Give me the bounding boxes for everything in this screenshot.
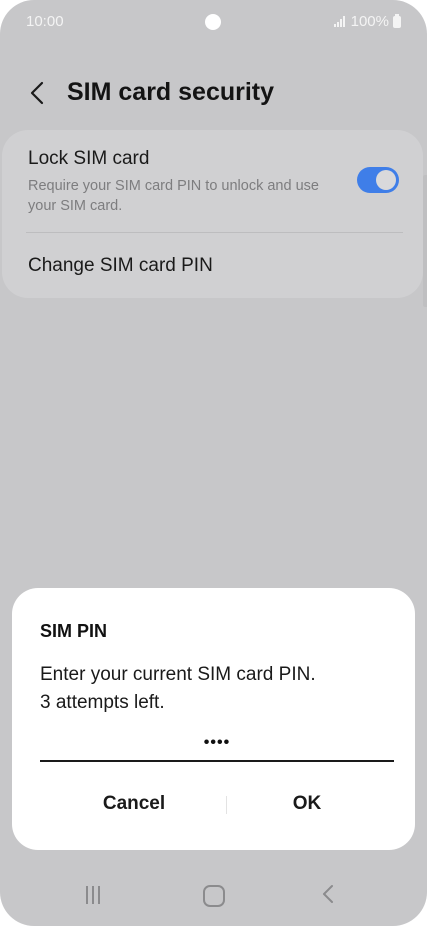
dialog-message-line2: 3 attempts left. bbox=[40, 692, 165, 713]
toggle-knob bbox=[376, 170, 396, 190]
dialog-title: SIM PIN bbox=[40, 621, 108, 641]
front-camera bbox=[205, 14, 221, 30]
battery-icon bbox=[393, 13, 401, 28]
status-right: 100% bbox=[333, 13, 401, 30]
lock-sim-row[interactable]: Lock SIM card Require your SIM card PIN … bbox=[28, 148, 328, 216]
sim-pin-dialog: SIM PIN Enter your current SIM card PIN.… bbox=[12, 588, 415, 850]
pin-input[interactable] bbox=[40, 726, 394, 762]
chevron-left-icon bbox=[30, 81, 44, 105]
home-icon[interactable] bbox=[203, 885, 225, 907]
edge-panel-handle[interactable] bbox=[423, 175, 427, 307]
status-time: 10:00 bbox=[26, 13, 64, 30]
signal-icon bbox=[333, 16, 345, 27]
lock-sim-description: Require your SIM card PIN to unlock and … bbox=[28, 178, 319, 214]
app-header: SIM card security bbox=[0, 70, 427, 114]
back-button[interactable] bbox=[20, 76, 54, 110]
battery-percent: 100% bbox=[350, 13, 389, 30]
recent-apps-icon[interactable] bbox=[86, 886, 100, 904]
page-title: SIM card security bbox=[67, 78, 275, 106]
navigation-bar bbox=[0, 866, 427, 926]
phone-screen: 10:00 100% SIM card security Lock SIM ca… bbox=[0, 0, 427, 926]
change-sim-pin-row[interactable]: Change SIM card PIN bbox=[28, 255, 213, 277]
lock-sim-label: Lock SIM card bbox=[28, 148, 150, 169]
cancel-button[interactable]: Cancel bbox=[44, 784, 224, 824]
status-bar: 10:00 100% bbox=[0, 0, 427, 44]
dialog-message: Enter your current SIM card PIN. 3 attem… bbox=[40, 661, 316, 717]
lock-sim-toggle[interactable] bbox=[357, 167, 399, 193]
divider bbox=[26, 232, 403, 233]
settings-card: Lock SIM card Require your SIM card PIN … bbox=[2, 130, 423, 298]
back-icon[interactable] bbox=[322, 884, 334, 904]
dialog-message-line1: Enter your current SIM card PIN. bbox=[40, 664, 316, 685]
ok-button[interactable]: OK bbox=[217, 784, 397, 824]
